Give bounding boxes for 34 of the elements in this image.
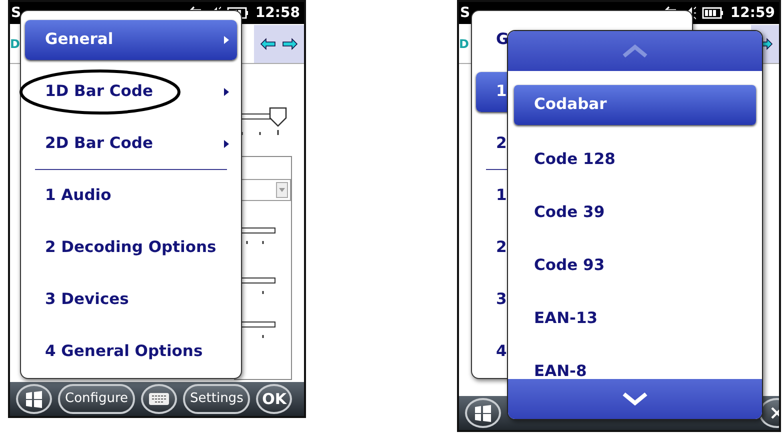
taskbar-button[interactable]: Settings xyxy=(183,384,250,414)
start-button[interactable] xyxy=(465,398,501,428)
menu-item[interactable]: General xyxy=(25,20,237,60)
list-option[interactable]: Code 93 xyxy=(514,248,756,284)
ok-button[interactable]: OK xyxy=(256,384,292,414)
back-arrow-icon[interactable] xyxy=(260,38,276,50)
list-option[interactable]: Codabar xyxy=(514,85,756,125)
submenu-arrow-icon xyxy=(224,140,229,148)
menu-item[interactable]: 3 Devices xyxy=(25,280,237,320)
keyboard-icon xyxy=(149,393,170,405)
menu-item[interactable]: 1 Audio xyxy=(25,176,237,216)
menu-item[interactable]: 4 General Options xyxy=(25,332,237,372)
windows-logo-icon xyxy=(473,404,493,422)
status-title: S xyxy=(460,4,470,22)
forward-arrow-icon[interactable] xyxy=(282,38,298,50)
windows-logo-icon xyxy=(24,390,44,408)
chevron-down-icon xyxy=(622,392,648,406)
start-button[interactable] xyxy=(16,384,52,414)
clock-time: 12:59 xyxy=(730,4,775,22)
list-option[interactable]: EAN-13 xyxy=(514,301,756,337)
list-option[interactable]: Code 128 xyxy=(514,142,756,178)
submenu-arrow-icon xyxy=(224,88,229,96)
menu-item[interactable]: 2D Bar Code xyxy=(25,124,237,164)
list-option[interactable]: Code 39 xyxy=(514,195,756,231)
clock-time: 12:58 xyxy=(255,4,300,22)
keyboard-button[interactable] xyxy=(141,384,178,414)
taskbar-button[interactable]: Configure xyxy=(58,384,136,414)
status-title: S xyxy=(11,4,22,22)
chevron-up-icon xyxy=(622,44,648,58)
list-option[interactable]: EAN-8 xyxy=(514,354,756,379)
menu-item[interactable]: 2 Decoding Options xyxy=(25,228,237,268)
menu-item[interactable]: 1D Bar Code xyxy=(25,72,237,112)
submenu-arrow-icon xyxy=(224,36,229,44)
battery-icon xyxy=(702,7,724,19)
